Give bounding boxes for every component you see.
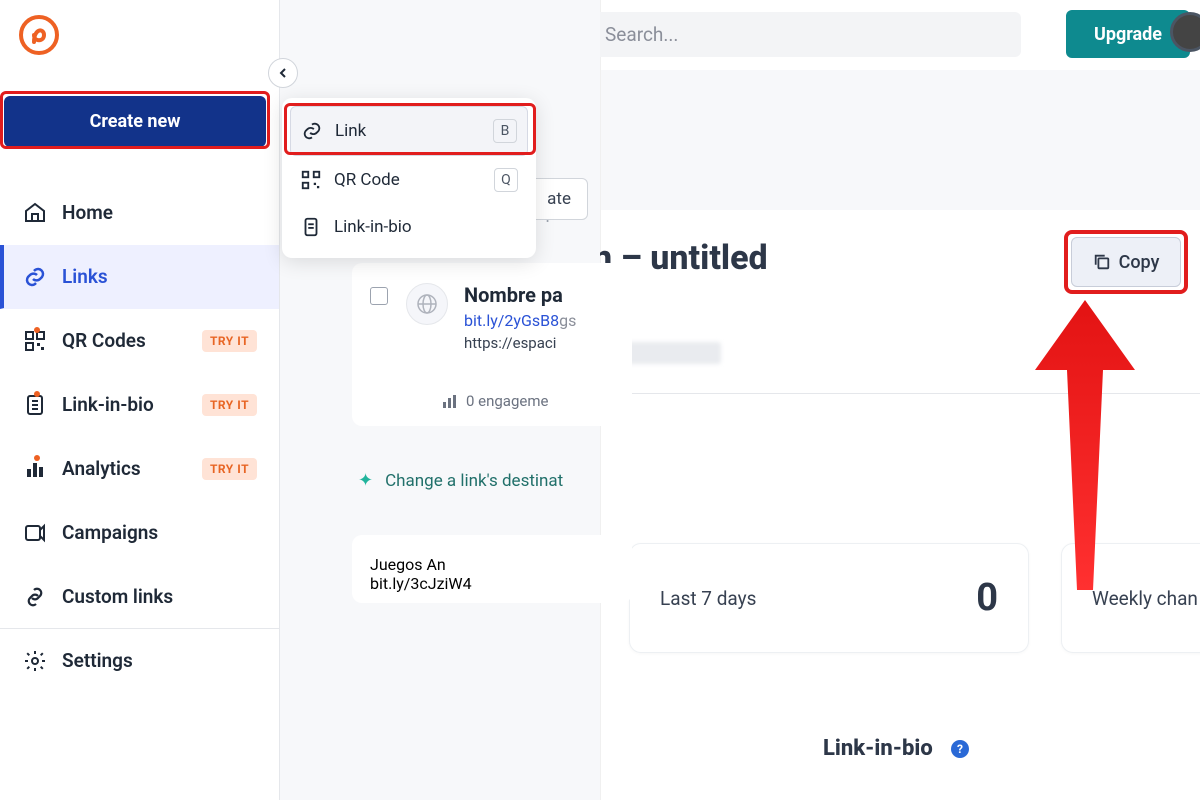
search-input[interactable]: Search... — [591, 12, 1021, 57]
nav-label: Links — [62, 265, 108, 288]
sidebar-item-home[interactable]: Home — [0, 181, 279, 245]
link-in-bio-icon — [300, 216, 322, 238]
brand-logo — [18, 14, 60, 56]
link-icon — [301, 120, 323, 142]
sidebar-item-custom-links[interactable]: Custom links — [0, 565, 279, 629]
sidebar-item-analytics[interactable]: Analytics TRY IT — [0, 437, 279, 501]
copy-button[interactable]: Copy — [1071, 237, 1181, 287]
custom-links-icon — [22, 584, 48, 610]
nav-label: Campaigns — [62, 521, 158, 544]
gear-icon — [22, 648, 48, 674]
link-checkbox[interactable] — [370, 287, 388, 305]
link-icon — [22, 264, 48, 290]
dropdown-item-qr[interactable]: QR Code Q — [290, 156, 528, 204]
nav-label: Link-in-bio — [62, 393, 154, 416]
copy-label: Copy — [1119, 252, 1160, 273]
nav-label: Custom links — [62, 585, 173, 608]
sidebar-item-link-in-bio[interactable]: Link-in-bio TRY IT — [0, 373, 279, 437]
try-it-badge: TRY IT — [202, 458, 257, 480]
sidebar: Create new Home Links QR Codes TRY IT Li… — [0, 0, 280, 800]
sidebar-item-qr-codes[interactable]: QR Codes TRY IT — [0, 309, 279, 373]
nav-label: Home — [62, 201, 113, 224]
section-title: Link-in-bio — [823, 736, 933, 761]
collapse-sidebar-button[interactable] — [268, 58, 298, 88]
nav-label: Analytics — [62, 457, 141, 480]
sparkle-icon: ✦ — [358, 470, 373, 491]
new-indicator-dot — [34, 391, 40, 397]
qr-icon — [300, 169, 322, 191]
change-text: Change a link's destinat — [385, 471, 563, 491]
copy-icon — [1093, 253, 1111, 271]
campaigns-icon — [22, 520, 48, 546]
link-title: Nombre pa — [464, 283, 576, 307]
nav-menu: Home Links QR Codes TRY IT Link-in-bio T… — [0, 181, 279, 693]
nav-label: QR Codes — [62, 329, 146, 352]
stat-value: 0 — [976, 576, 998, 620]
right-panel: Search... Upgrade n – untitled Copy Last… — [600, 0, 1200, 800]
short-link[interactable]: bit.ly/2yGsB8gs — [464, 311, 576, 330]
partial-button[interactable]: ate — [530, 178, 588, 220]
keyboard-shortcut: Q — [494, 168, 518, 192]
nav-label: Settings — [62, 649, 133, 672]
new-indicator-dot — [34, 327, 40, 333]
home-icon — [22, 200, 48, 226]
new-indicator-dot — [34, 455, 40, 461]
create-dropdown: Link B QR Code Q Link-in-bio — [282, 98, 536, 258]
stat-label: Last 7 days — [660, 587, 976, 610]
sidebar-item-links[interactable]: Links — [0, 245, 279, 309]
try-it-badge: TRY IT — [202, 394, 257, 416]
engagements-text: 0 engageme — [466, 392, 548, 410]
dropdown-label: Link-in-bio — [334, 217, 518, 237]
dropdown-item-link-in-bio[interactable]: Link-in-bio — [290, 204, 528, 250]
create-new-button[interactable]: Create new — [4, 96, 266, 147]
bars-icon — [442, 394, 458, 408]
stat-card-last-7-days: Last 7 days 0 — [629, 543, 1029, 653]
help-icon[interactable]: ? — [951, 740, 969, 758]
sidebar-item-settings[interactable]: Settings — [0, 629, 279, 693]
engagements-row: 0 engageme — [442, 392, 616, 410]
globe-icon — [406, 283, 448, 325]
header-background — [601, 70, 1200, 210]
short-link[interactable]: bit.ly/3cJziW4 — [370, 574, 472, 593]
stat-card-weekly-change: Weekly chan — [1061, 543, 1200, 653]
try-it-badge: TRY IT — [202, 330, 257, 352]
long-url: https://espaci — [464, 334, 576, 352]
dropdown-item-link[interactable]: Link B — [290, 106, 528, 156]
link-card[interactable]: Juegos An bit.ly/3cJziW4 — [352, 535, 632, 603]
dropdown-label: QR Code — [334, 170, 494, 190]
link-card[interactable]: Nombre pa bit.ly/2yGsB8gs https://espaci… — [352, 263, 632, 426]
link-title: Juegos An — [370, 555, 472, 574]
divider — [601, 393, 1200, 394]
keyboard-shortcut: B — [493, 119, 517, 143]
change-destination-row[interactable]: ✦ Change a link's destinat — [358, 456, 600, 505]
dropdown-label: Link — [335, 121, 493, 141]
sidebar-item-campaigns[interactable]: Campaigns — [0, 501, 279, 565]
stat-label: Weekly chan — [1092, 587, 1198, 610]
